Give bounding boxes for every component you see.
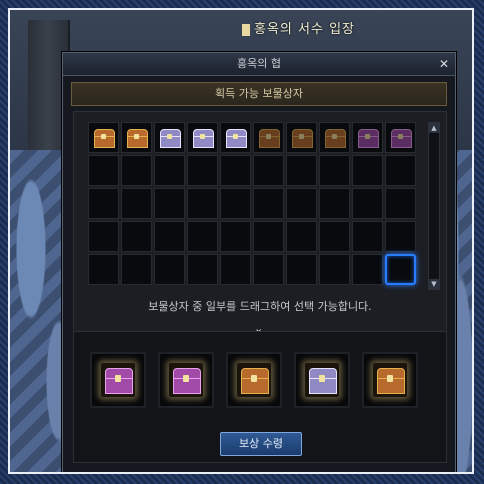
grid-cell[interactable]: [286, 122, 317, 153]
grid-cell[interactable]: [286, 188, 317, 219]
grid-cell[interactable]: [253, 188, 284, 219]
reward-slots: [90, 352, 418, 408]
grid-cell[interactable]: [154, 188, 185, 219]
grid-cell[interactable]: [352, 254, 383, 285]
treasure-chest-icon: [191, 126, 214, 149]
treasure-chest-icon: [158, 126, 181, 149]
close-icon[interactable]: ✕: [437, 57, 451, 71]
grid-cell[interactable]: [187, 221, 218, 252]
grid-cell[interactable]: [121, 221, 152, 252]
grid-cell[interactable]: [121, 254, 152, 285]
reward-slot[interactable]: [294, 352, 350, 408]
treasure-chest-icon: [323, 126, 346, 149]
treasure-chest-icon: [257, 126, 280, 149]
treasure-chest-icon: [101, 363, 135, 397]
reward-slot[interactable]: [90, 352, 146, 408]
treasure-chest-icon: [290, 126, 313, 149]
grid-cell[interactable]: [88, 254, 119, 285]
drag-hint: 보물상자 중 일부를 드래그하여 선택 가능합니다.: [148, 300, 372, 313]
grid-scrollbar[interactable]: ▲ ▼: [428, 122, 440, 290]
grid-cell[interactable]: [352, 155, 383, 186]
treasure-chest-icon: [169, 363, 203, 397]
grid-cell[interactable]: [385, 188, 416, 219]
treasure-chest-icon: [305, 363, 339, 397]
treasure-chest-icon: [373, 363, 407, 397]
grid-cell[interactable]: [121, 155, 152, 186]
grid-cell[interactable]: [319, 122, 350, 153]
outer-frame: 홍옥의 서수 입장 홍옥의 협 ✕ 획득 가능 보물상자 ▲ ▼ 보물상자 중 …: [0, 0, 484, 484]
grid-cell[interactable]: [121, 188, 152, 219]
treasure-chest-icon: [356, 126, 379, 149]
grid-cell[interactable]: [220, 155, 251, 186]
grid-cell[interactable]: [154, 155, 185, 186]
background-sign: 홍옥의 서수 입장: [242, 18, 355, 37]
grid-cell[interactable]: [187, 155, 218, 186]
grid-cell[interactable]: [154, 122, 185, 153]
treasure-chest-icon: [224, 126, 247, 149]
reward-panel: 보상 수령: [73, 331, 447, 463]
game-viewport: 홍옥의 서수 입장 홍옥의 협 ✕ 획득 가능 보물상자 ▲ ▼ 보물상자 중 …: [8, 8, 474, 474]
grid-cell[interactable]: [319, 155, 350, 186]
grid-cell[interactable]: [154, 221, 185, 252]
grid-cell[interactable]: [253, 221, 284, 252]
grid-cell[interactable]: [187, 254, 218, 285]
grid-cell[interactable]: [253, 155, 284, 186]
grid-cell[interactable]: [352, 221, 383, 252]
grid-cell[interactable]: [88, 221, 119, 252]
grid-cell[interactable]: [88, 155, 119, 186]
grid-cell[interactable]: [385, 155, 416, 186]
window-titlebar[interactable]: 홍옥의 협 ✕: [63, 53, 455, 76]
grid-cell[interactable]: [88, 122, 119, 153]
grid-cell[interactable]: [286, 155, 317, 186]
reward-slot[interactable]: [226, 352, 282, 408]
section-header: 획득 가능 보물상자: [71, 82, 447, 106]
treasure-chest-icon: [237, 363, 271, 397]
grid-cell[interactable]: [187, 122, 218, 153]
grid-cell[interactable]: [286, 254, 317, 285]
grid-cell[interactable]: [352, 188, 383, 219]
grid-cell[interactable]: [319, 221, 350, 252]
grid-cell-selected[interactable]: [385, 254, 416, 285]
background-sign-text: 홍옥의 서수 입장: [254, 22, 355, 37]
treasure-chest-icon: [389, 126, 412, 149]
scroll-up-icon[interactable]: ▲: [429, 123, 439, 133]
grid-cell[interactable]: [286, 221, 317, 252]
grid-cell[interactable]: [385, 122, 416, 153]
grid-cell[interactable]: [253, 122, 284, 153]
claim-reward-button[interactable]: 보상 수령: [220, 432, 302, 456]
chest-grid: [88, 122, 416, 285]
grid-cell[interactable]: [187, 188, 218, 219]
reward-slot[interactable]: [158, 352, 214, 408]
reward-slot[interactable]: [362, 352, 418, 408]
grid-cell[interactable]: [385, 221, 416, 252]
grid-cell[interactable]: [88, 188, 119, 219]
grid-cell[interactable]: [352, 122, 383, 153]
grid-cell[interactable]: [319, 188, 350, 219]
grid-cell[interactable]: [121, 122, 152, 153]
grid-cell[interactable]: [220, 254, 251, 285]
grid-cell[interactable]: [154, 254, 185, 285]
quest-icon: [242, 23, 250, 36]
scroll-down-icon[interactable]: ▼: [429, 279, 439, 289]
grid-cell[interactable]: [220, 122, 251, 153]
grid-cell[interactable]: [319, 254, 350, 285]
window-title: 홍옥의 협: [237, 57, 281, 70]
treasure-chest-icon: [92, 126, 115, 149]
grid-cell[interactable]: [253, 254, 284, 285]
treasure-chest-icon: [125, 126, 148, 149]
grid-cell[interactable]: [220, 188, 251, 219]
reward-window: 홍옥의 협 ✕ 획득 가능 보물상자 ▲ ▼ 보물상자 중 일부를 드래그하여 …: [62, 52, 456, 472]
grid-cell[interactable]: [220, 221, 251, 252]
